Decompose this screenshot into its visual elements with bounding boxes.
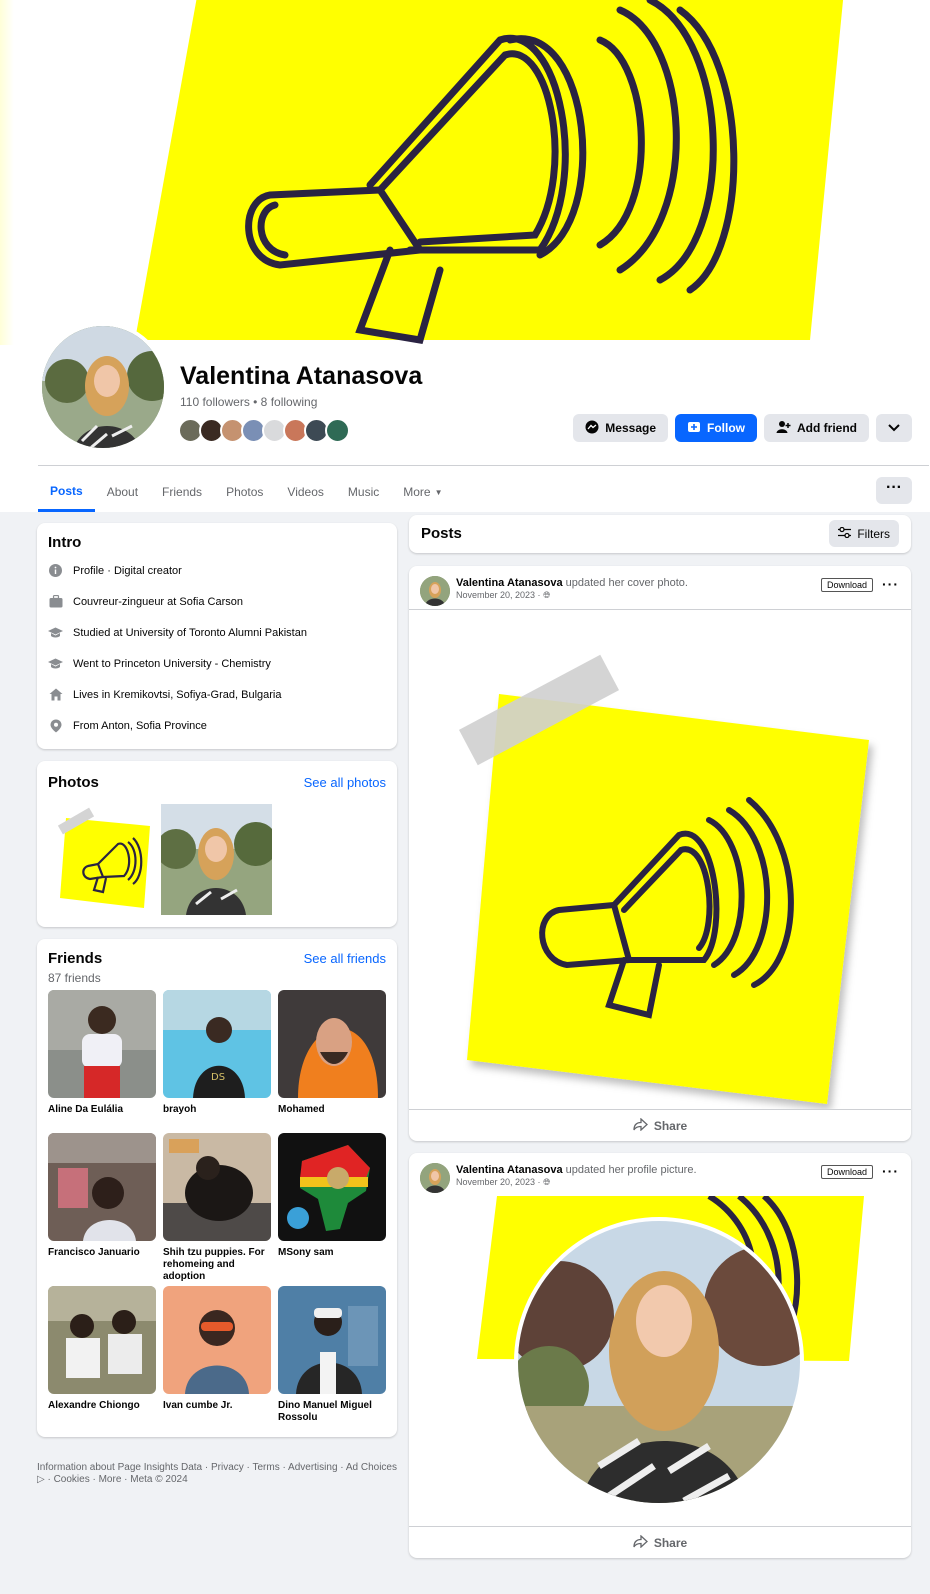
photos-card: Photos See all photos xyxy=(37,761,397,927)
share-button[interactable]: Share xyxy=(409,1534,911,1551)
add-friend-button[interactable]: Add friend xyxy=(764,414,869,442)
friend-item[interactable]: Aline Da Eulália xyxy=(48,990,156,1116)
share-arrow-icon xyxy=(633,1534,648,1551)
follow-button[interactable]: Follow xyxy=(675,414,757,442)
friend-photo xyxy=(48,990,156,1098)
mutual-friends-avatars xyxy=(178,418,350,443)
profile-avatar[interactable] xyxy=(38,322,168,452)
author-avatar[interactable] xyxy=(420,576,450,606)
intro-item: Couvreur-zingueur at Sofia Carson xyxy=(48,594,243,609)
chevron-down-icon xyxy=(888,421,900,435)
post-card: Valentina Atanasova updated her profile … xyxy=(409,1153,911,1558)
intro-item: From Anton, Sofia Province xyxy=(48,718,207,733)
download-button[interactable]: Download xyxy=(820,578,873,592)
friend-item[interactable]: Francisco Januario xyxy=(48,1133,156,1259)
filter-sliders-icon xyxy=(838,526,852,541)
author-avatar[interactable] xyxy=(420,1163,450,1193)
megaphone-cover-image xyxy=(135,0,844,344)
post-header: Valentina Atanasova updated her cover ph… xyxy=(420,576,688,606)
tab-music[interactable]: Music xyxy=(336,473,391,511)
location-pin-icon xyxy=(48,718,63,733)
globe-icon: 🌐︎ xyxy=(543,590,551,600)
friend-photo xyxy=(278,990,386,1098)
friend-photo xyxy=(163,1286,271,1394)
photo-thumbnail[interactable] xyxy=(161,804,272,915)
follow-icon xyxy=(687,420,701,437)
photo-thumbnail[interactable] xyxy=(48,804,159,915)
page-footer: Information about Page Insights Data · P… xyxy=(37,1462,397,1485)
friend-photo: DS xyxy=(163,990,271,1098)
messenger-icon xyxy=(585,420,599,437)
download-button[interactable]: Download xyxy=(820,1165,873,1179)
intro-item: Studied at University of Toronto Alumni … xyxy=(48,625,307,640)
graduation-cap-icon xyxy=(48,625,63,640)
more-options-button[interactable] xyxy=(876,414,912,442)
post-author[interactable]: Valentina Atanasova xyxy=(456,577,563,589)
friend-photo xyxy=(48,1133,156,1241)
intro-item: Profile · Digital creator xyxy=(48,563,182,578)
intro-title: Intro xyxy=(48,534,82,551)
see-all-friends-link[interactable]: See all friends xyxy=(304,951,386,966)
graduation-cap-icon xyxy=(48,656,63,671)
follower-stats[interactable]: 110 followers • 8 following xyxy=(180,395,317,409)
friends-count: 87 friends xyxy=(48,971,101,985)
avatar[interactable] xyxy=(325,418,350,443)
post-date[interactable]: November 20, 2023 · xyxy=(456,1177,541,1187)
post-image-cover[interactable] xyxy=(409,610,911,1109)
tab-videos[interactable]: Videos xyxy=(275,473,335,511)
friend-photo xyxy=(278,1133,386,1241)
friend-photo xyxy=(163,1133,271,1241)
friend-item[interactable]: MSony sam xyxy=(278,1133,386,1259)
profile-header: Valentina Atanasova 110 followers • 8 fo… xyxy=(0,0,930,512)
tab-more[interactable]: More ▼ xyxy=(391,473,454,511)
post-author[interactable]: Valentina Atanasova xyxy=(456,1164,563,1176)
tab-friends[interactable]: Friends xyxy=(150,473,214,511)
post-options-icon[interactable]: ··· xyxy=(882,576,899,592)
tab-posts[interactable]: Posts xyxy=(38,472,95,512)
home-icon xyxy=(48,687,63,702)
post-header: Valentina Atanasova updated her profile … xyxy=(420,1163,697,1193)
friend-item[interactable]: Alexandre Chiongo xyxy=(48,1286,156,1412)
profile-name: Valentina Atanasova xyxy=(180,362,423,390)
intro-item: Went to Princeton University - Chemistry xyxy=(48,656,271,671)
post-card: Valentina Atanasova updated her cover ph… xyxy=(409,566,911,1141)
posts-title: Posts xyxy=(421,525,462,542)
posts-header-card: Posts Filters xyxy=(409,515,911,553)
see-all-photos-link[interactable]: See all photos xyxy=(304,775,386,790)
share-button[interactable]: Share xyxy=(409,1117,911,1134)
tabs-more-button[interactable]: ··· xyxy=(876,477,912,504)
profile-tabs: Posts About Friends Photos Videos Music … xyxy=(38,472,455,512)
svg-text:DS: DS xyxy=(211,1072,225,1083)
friend-item[interactable]: Ivan cumbe Jr. xyxy=(163,1286,271,1412)
profile-actions: Message Follow Add friend xyxy=(573,414,912,442)
share-arrow-icon xyxy=(633,1117,648,1134)
friends-card: Friends 87 friends See all friends Aline… xyxy=(37,939,397,1437)
friend-item[interactable]: Shih tzu puppies. For rehomeing and adop… xyxy=(163,1133,271,1283)
tab-photos[interactable]: Photos xyxy=(214,473,275,511)
message-button[interactable]: Message xyxy=(573,414,668,442)
photos-title: Photos xyxy=(48,774,99,791)
friend-item[interactable]: Mohamed xyxy=(278,990,386,1116)
globe-icon: 🌐︎ xyxy=(543,1177,551,1187)
caret-down-icon: ▼ xyxy=(434,487,443,497)
post-image-profile[interactable] xyxy=(409,1196,911,1508)
tab-about[interactable]: About xyxy=(95,473,150,511)
post-date[interactable]: November 20, 2023 · xyxy=(456,590,541,600)
briefcase-icon xyxy=(48,594,63,609)
cover-photo[interactable] xyxy=(0,0,930,345)
add-person-icon xyxy=(776,420,791,437)
friends-title: Friends xyxy=(48,950,103,967)
friend-photo xyxy=(278,1286,386,1394)
friend-photo xyxy=(48,1286,156,1394)
friend-item[interactable]: DS brayoh xyxy=(163,990,271,1116)
intro-card: Intro Profile · Digital creator Couvreur… xyxy=(37,523,397,749)
intro-item: Lives in Kremikovtsi, Sofiya-Grad, Bulga… xyxy=(48,687,281,702)
post-options-icon[interactable]: ··· xyxy=(882,1163,899,1179)
info-icon xyxy=(48,563,63,578)
filters-button[interactable]: Filters xyxy=(829,520,899,547)
friend-item[interactable]: Dino Manuel Miguel Rossolu xyxy=(278,1286,386,1424)
